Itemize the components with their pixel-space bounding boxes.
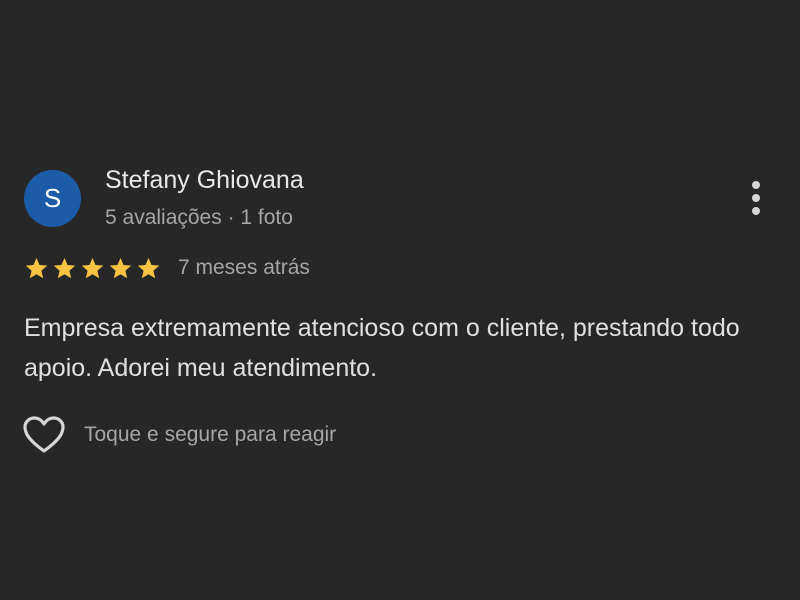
review-text: Empresa extremamente atencioso com o cli… [24,314,740,382]
star-icon [109,257,132,278]
star-icon [137,257,160,278]
react-button[interactable]: Toque e segure para reagir [22,413,336,457]
star-rating [24,256,161,281]
star-icon [81,257,104,278]
more-vert-icon-dot [752,194,760,202]
review-card: S Stefany Ghiovana 5 avaliações · 1 foto… [0,0,800,600]
more-vert-icon-dot [752,207,760,215]
rating-row: 7 meses atrás [24,253,310,283]
reviewer-name[interactable]: Stefany Ghiovana [105,166,304,195]
review-time: 7 meses atrás [178,256,310,279]
avatar[interactable]: S [24,170,81,227]
more-vert-icon-dot [752,181,760,189]
heart-outline-icon[interactable] [22,415,66,455]
star-icon [53,257,76,278]
more-options-button[interactable] [740,176,772,220]
react-label: Toque e segure para reagir [84,423,337,446]
star-icon [25,257,48,278]
reviewer-meta: 5 avaliações · 1 foto [105,206,293,229]
